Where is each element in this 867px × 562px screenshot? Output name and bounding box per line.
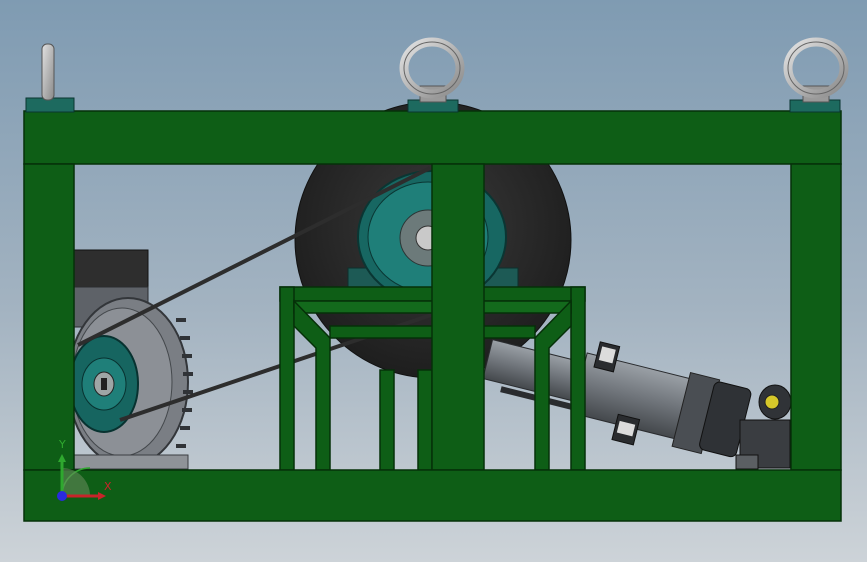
y-axis-label: Y <box>59 438 66 451</box>
eye-bolt-center[interactable] <box>399 37 465 113</box>
eye-bolt-left[interactable] <box>25 43 75 113</box>
coordinate-triad[interactable]: X Y <box>52 438 122 506</box>
assembly-model[interactable] <box>0 0 867 562</box>
graphics-viewport[interactable]: X Y <box>0 0 867 562</box>
eye-bolt-right[interactable] <box>783 37 849 113</box>
x-axis-label: X <box>104 480 112 493</box>
